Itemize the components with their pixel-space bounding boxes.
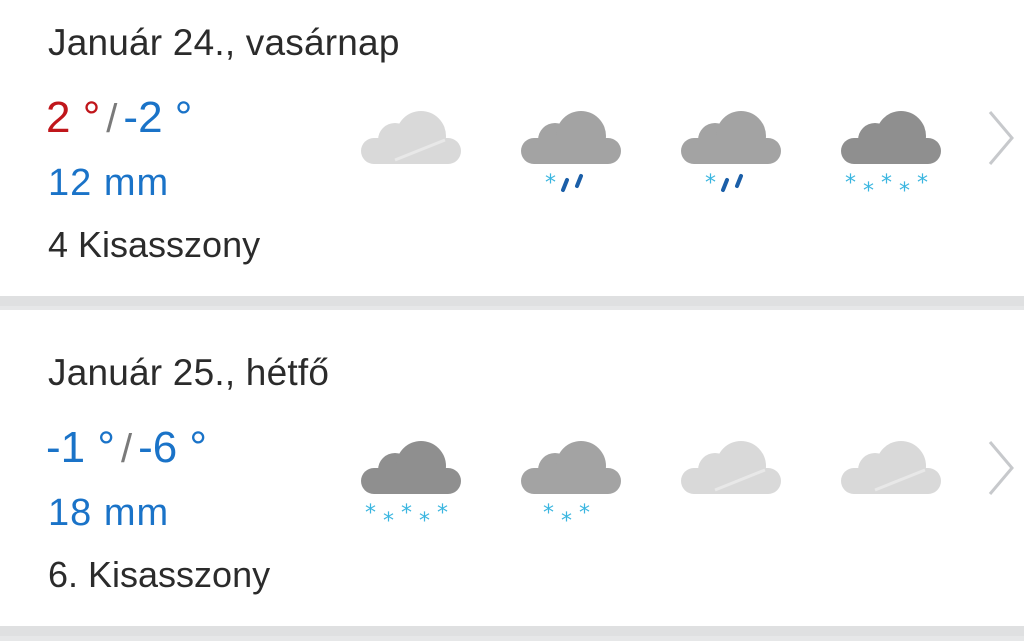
svg-text:*: * [899, 179, 910, 200]
nameday: 4 Kisasszony [48, 224, 261, 265]
svg-text:*: * [881, 171, 892, 196]
temp-max: 2 ° [46, 93, 101, 142]
day-title: Január 25., hétfő [48, 352, 330, 393]
cloud-light-icon [681, 441, 781, 494]
svg-text:*: * [845, 171, 856, 196]
svg-text:*: * [543, 501, 554, 526]
svg-text:*: * [561, 509, 572, 530]
temperature-range: -1 ° / -6 ° [46, 426, 207, 470]
temp-separator: / [120, 427, 133, 471]
weather-icons-row: * * * * * * * [355, 100, 955, 200]
svg-text:*: * [401, 501, 412, 526]
chevron-right-icon[interactable] [986, 438, 1016, 498]
svg-text:*: * [705, 171, 716, 196]
cloud-light-icon [841, 441, 941, 494]
day-card[interactable]: Január 25., hétfő -1 ° / -6 ° 18 mm 6. Kis… [0, 310, 1024, 626]
svg-text:*: * [545, 171, 556, 196]
cloud-light-icon [361, 111, 461, 164]
svg-text:*: * [383, 509, 394, 530]
card-divider [0, 626, 1024, 636]
chevron-right-icon[interactable] [986, 108, 1016, 168]
svg-text:*: * [579, 501, 590, 526]
cloud-snow-icon: * * * * * [361, 441, 461, 530]
temp-min: -6 ° [138, 423, 208, 472]
precipitation: 12 mm [48, 162, 170, 204]
cloud-snow-icon: * * * * * [841, 111, 941, 200]
svg-text:*: * [863, 179, 874, 200]
svg-text:*: * [419, 509, 430, 530]
forecast-list: Január 24., vasárnap 2 ° / -2 ° 12 mm 4 Ki… [0, 0, 1024, 641]
svg-text:*: * [917, 171, 928, 196]
day-title: Január 24., vasárnap [48, 22, 400, 63]
temp-separator: / [106, 97, 118, 141]
svg-text:*: * [437, 501, 448, 526]
temp-min: -2 ° [123, 93, 193, 142]
temp-max: -1 ° [46, 423, 115, 472]
svg-text:*: * [365, 501, 376, 526]
weather-icons-row: * * * * * * * * [355, 430, 955, 530]
day-card[interactable]: Január 24., vasárnap 2 ° / -2 ° 12 mm 4 Ki… [0, 0, 1024, 296]
temperature-range: 2 ° / -2 ° [46, 96, 192, 140]
precipitation: 18 mm [48, 492, 170, 534]
cloud-sleet-icon: * [681, 111, 781, 196]
cloud-light-snow-icon: * * * [521, 441, 621, 530]
nameday: 6. Kisasszony [48, 554, 271, 595]
card-divider [0, 296, 1024, 306]
cloud-sleet-icon: * [521, 111, 621, 196]
